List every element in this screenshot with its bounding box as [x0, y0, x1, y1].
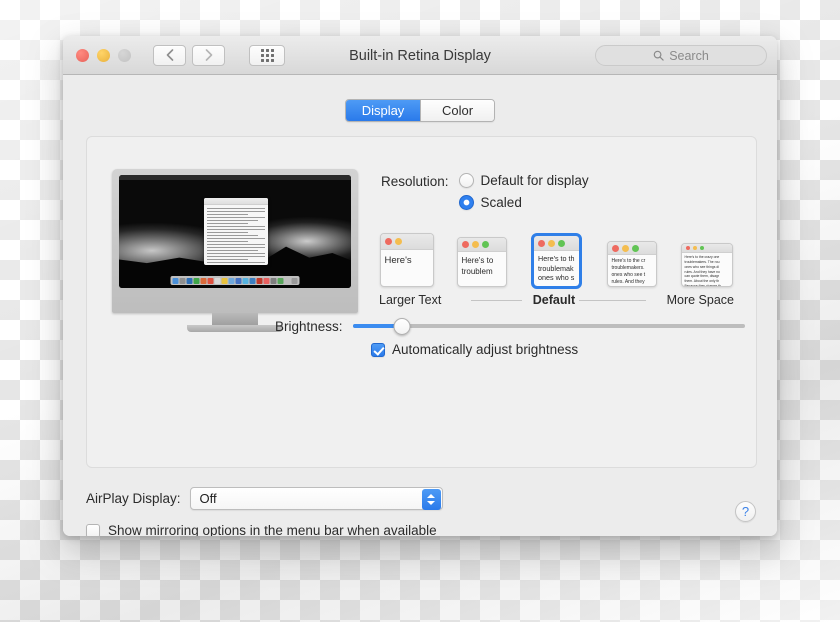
preview-menu-bar — [119, 175, 351, 180]
scaling-option-2[interactable]: Here's to troublem — [454, 223, 509, 287]
preview-document-text — [204, 205, 268, 265]
thumb-line: Here's to th — [538, 254, 575, 263]
scale-rule-left — [471, 300, 522, 301]
close-button[interactable] — [76, 48, 89, 62]
thumb-line: Because they change th — [684, 284, 721, 287]
thumb-line: rules. And they — [611, 279, 645, 286]
scaling-label-more-space: More Space — [666, 293, 734, 307]
scaling-label-larger-text: Larger Text — [379, 293, 442, 307]
search-placeholder: Search — [669, 48, 709, 63]
preview-dock — [170, 276, 300, 285]
resolution-label: Resolution: — [381, 174, 449, 189]
forward-button[interactable] — [192, 44, 225, 66]
window-body: Display Color Resolution: Default for di… — [63, 75, 777, 536]
search-icon — [653, 50, 664, 61]
imac-bezel — [112, 169, 358, 313]
thumb-line: ones who see t — [611, 272, 646, 279]
screenshot-canvas: Built-in Retina Display Search Display C… — [0, 0, 840, 622]
brightness-slider[interactable] — [352, 317, 745, 335]
radio-scaled[interactable]: Scaled — [458, 195, 589, 210]
resolution-control: Resolution: Default for display Scaled — [381, 173, 589, 210]
scaling-option-default[interactable]: Here's to th troublemak ones who s — [529, 223, 584, 289]
thumb-line: troublemakers. — [611, 265, 645, 272]
display-preview-image — [112, 169, 358, 332]
slider-track[interactable] — [352, 324, 745, 328]
brightness-control: Brightness: — [275, 317, 745, 335]
radio-scaled-label: Scaled — [480, 195, 522, 210]
system-preferences-window: Built-in Retina Display Search Display C… — [63, 36, 777, 536]
thumb-line: Here's to the cr — [611, 258, 646, 265]
search-field[interactable]: Search — [595, 45, 767, 66]
scaling-thumbnail[interactable]: Here's to troublem — [456, 237, 507, 287]
imac-stand-foot — [187, 325, 283, 332]
airplay-display-row: AirPlay Display: Off — [86, 487, 443, 510]
scaling-option-more-space[interactable]: Here's to the crazy one troublemakers. T… — [679, 223, 734, 287]
tab-display[interactable]: Display — [346, 100, 420, 121]
tab-bar: Display Color — [63, 99, 777, 122]
show-mirroring-row[interactable]: Show mirroring options in the menu bar w… — [86, 523, 437, 536]
chevron-updown-icon[interactable] — [421, 489, 441, 510]
show-mirroring-label: Show mirroring options in the menu bar w… — [108, 523, 437, 536]
thumb-line: troublemak — [538, 263, 574, 273]
scaling-thumbnail[interactable]: Here's — [379, 233, 434, 287]
back-button[interactable] — [153, 44, 186, 66]
airplay-label: AirPlay Display: — [86, 491, 181, 506]
tab-color[interactable]: Color — [420, 100, 494, 121]
scaling-thumbnail[interactable]: Here's to the cr troublemakers. ones who… — [606, 241, 657, 287]
preview-document-window — [204, 198, 268, 265]
traffic-lights — [76, 48, 131, 62]
slider-knob[interactable] — [393, 317, 411, 335]
airplay-value: Off — [199, 491, 217, 506]
radio-button-unselected-icon[interactable] — [458, 173, 474, 188]
scaling-options: Here's Here's to troublem Here's to th t… — [379, 223, 734, 308]
radio-button-selected-icon[interactable] — [458, 195, 474, 210]
thumb-line: troublem — [461, 267, 493, 277]
scale-rule-right — [579, 300, 646, 301]
window-titlebar: Built-in Retina Display Search — [63, 36, 777, 75]
airplay-popup-button[interactable]: Off — [189, 487, 443, 510]
thumb-line: Here's — [384, 254, 412, 266]
radio-default-label: Default for display — [480, 173, 589, 188]
auto-brightness-row[interactable]: Automatically adjust brightness — [371, 342, 578, 357]
scaling-thumbnail[interactable]: Here's to the crazy one troublemakers. T… — [680, 243, 733, 287]
display-settings-panel: Resolution: Default for display Scaled H… — [86, 136, 757, 468]
show-all-button[interactable] — [249, 44, 285, 66]
brightness-label: Brightness: — [275, 318, 343, 334]
help-button[interactable]: ? — [735, 501, 756, 522]
resolution-radio-group: Default for display Scaled — [458, 173, 589, 210]
preview-document-titlebar — [204, 198, 268, 205]
scaling-labels: Larger Text Default More Space — [379, 292, 734, 308]
minimize-button[interactable] — [97, 48, 110, 62]
back-arrow-icon — [166, 49, 173, 61]
scaling-option-larger-text[interactable]: Here's — [379, 223, 434, 287]
thumb-line: Here's to — [461, 256, 494, 266]
imac-chin — [112, 289, 358, 313]
show-all-grid-icon — [260, 48, 274, 62]
navigation-buttons — [153, 44, 285, 66]
scaling-thumbnail-selected[interactable]: Here's to th troublemak ones who s — [531, 233, 582, 289]
show-mirroring-checkbox[interactable] — [86, 523, 100, 536]
zoom-button — [118, 48, 131, 62]
scaling-option-4[interactable]: Here's to the cr troublemakers. ones who… — [604, 223, 659, 287]
scaling-label-default: Default — [532, 293, 576, 307]
forward-arrow-icon — [205, 49, 212, 61]
auto-brightness-label: Automatically adjust brightness — [392, 342, 579, 357]
radio-default-for-display[interactable]: Default for display — [458, 173, 589, 188]
imac-screen — [119, 175, 351, 288]
thumb-line: ones who s — [538, 273, 575, 282]
auto-brightness-checkbox[interactable] — [371, 342, 385, 357]
